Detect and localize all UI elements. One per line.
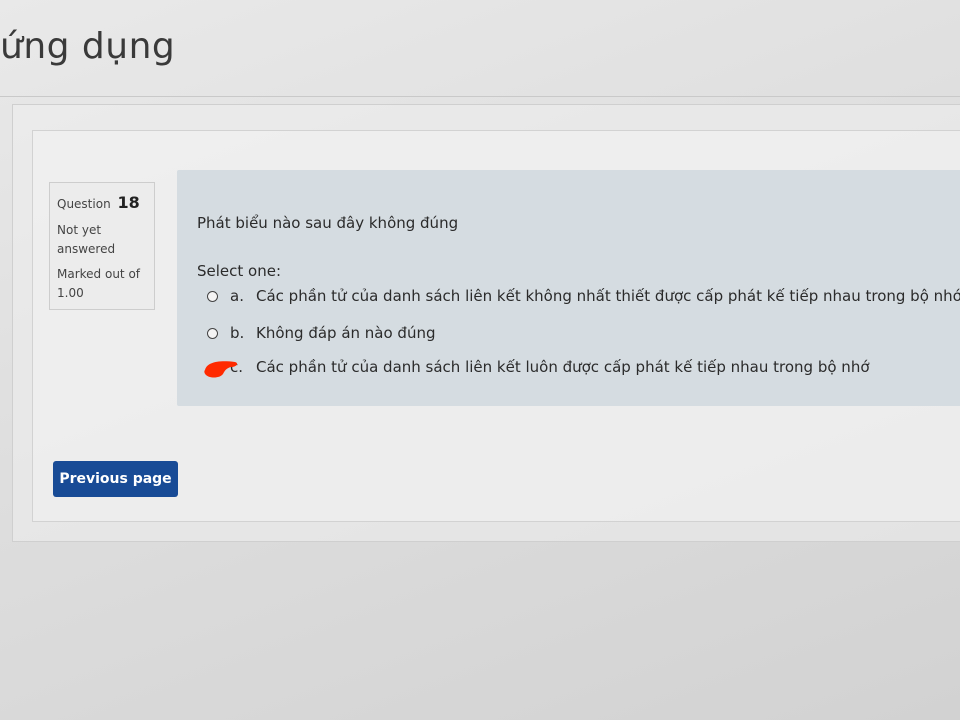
question-state: Not yet answered [57, 223, 116, 256]
option-letter-b: b. [230, 324, 245, 342]
option-text-a: Các phần tử của danh sách liên kết không… [256, 287, 960, 305]
question-text: Phát biểu nào sau đây không đúng [197, 214, 459, 232]
question-grade: Marked out of 1.00 [57, 267, 141, 300]
answer-option-a[interactable]: a. Các phần tử của danh sách liên kết kh… [207, 285, 960, 307]
question-info-box: Question 18 Not yet answered Marked out … [49, 182, 155, 310]
question-content: Phát biểu nào sau đây không đúng Select … [177, 170, 960, 406]
radio-button-b[interactable] [207, 327, 218, 339]
title-divider [0, 96, 960, 97]
radio-button-a[interactable] [207, 290, 218, 302]
previous-page-button[interactable]: Previous page [53, 461, 178, 497]
option-letter-a: a. [230, 287, 244, 305]
option-text-c: Các phần tử của danh sách liên kết luôn … [256, 358, 870, 376]
question-label: Question [57, 197, 111, 211]
answer-option-b[interactable]: b. Không đáp án nào đúng [207, 322, 436, 344]
question-number-line: Question 18 [57, 193, 140, 212]
page-title: ứng dụng [0, 26, 176, 67]
option-text-b: Không đáp án nào đúng [256, 324, 436, 342]
red-scribble-mark [204, 361, 238, 378]
answer-option-c[interactable]: c. Các phần tử của danh sách liên kết lu… [207, 356, 870, 378]
select-one-prompt: Select one: [197, 262, 282, 280]
question-number: 18 [117, 193, 140, 212]
